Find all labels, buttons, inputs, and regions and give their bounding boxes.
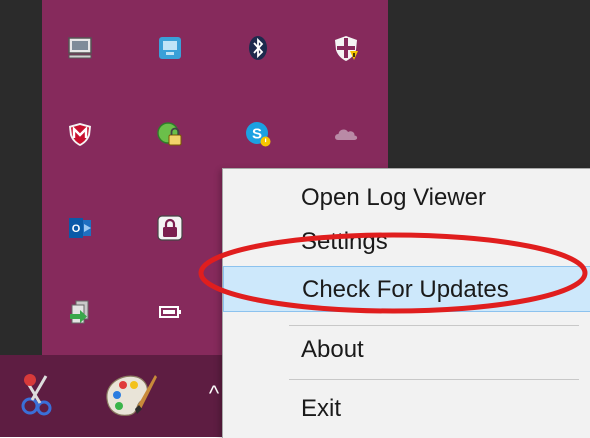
menu-item-exit[interactable]: Exit (223, 386, 590, 432)
menu-item-about[interactable]: About (223, 327, 590, 373)
menu-item-label: Exit (301, 395, 342, 422)
paint-icon[interactable] (100, 368, 158, 422)
bluetooth-icon[interactable] (244, 34, 272, 62)
menu-separator (289, 379, 579, 380)
windows-defender-icon[interactable] (332, 34, 360, 62)
menu-item-label: About (301, 336, 364, 363)
outlook-icon[interactable]: O (66, 214, 94, 242)
context-menu: Open Log Viewer Settings Check For Updat… (222, 168, 590, 438)
snipping-tool-icon[interactable] (14, 368, 58, 420)
menu-separator (289, 325, 579, 326)
lock-icon[interactable] (156, 214, 184, 242)
vpn-lock-icon[interactable] (156, 120, 184, 148)
battery-icon[interactable] (156, 298, 184, 326)
menu-item-label: Open Log Viewer (301, 184, 487, 211)
monitor-icon[interactable] (66, 34, 94, 62)
desktop-edge (0, 0, 42, 355)
desktop-area (388, 0, 590, 168)
svg-text:S: S (252, 126, 262, 143)
sync-icon[interactable] (66, 298, 94, 326)
mcafee-icon[interactable] (66, 120, 94, 148)
svg-text:O: O (72, 223, 81, 235)
menu-item-check-for-updates[interactable]: Check For Updates (223, 266, 590, 312)
menu-item-settings[interactable]: Settings (223, 219, 590, 265)
onedrive-icon[interactable] (332, 120, 360, 148)
skype-icon[interactable]: S (244, 120, 272, 148)
menu-item-label: Check For Updates (302, 276, 509, 303)
menu-item-label: Settings (301, 228, 388, 255)
network-manager-icon[interactable] (156, 34, 184, 62)
menu-item-open-log-viewer[interactable]: Open Log Viewer (223, 175, 590, 221)
